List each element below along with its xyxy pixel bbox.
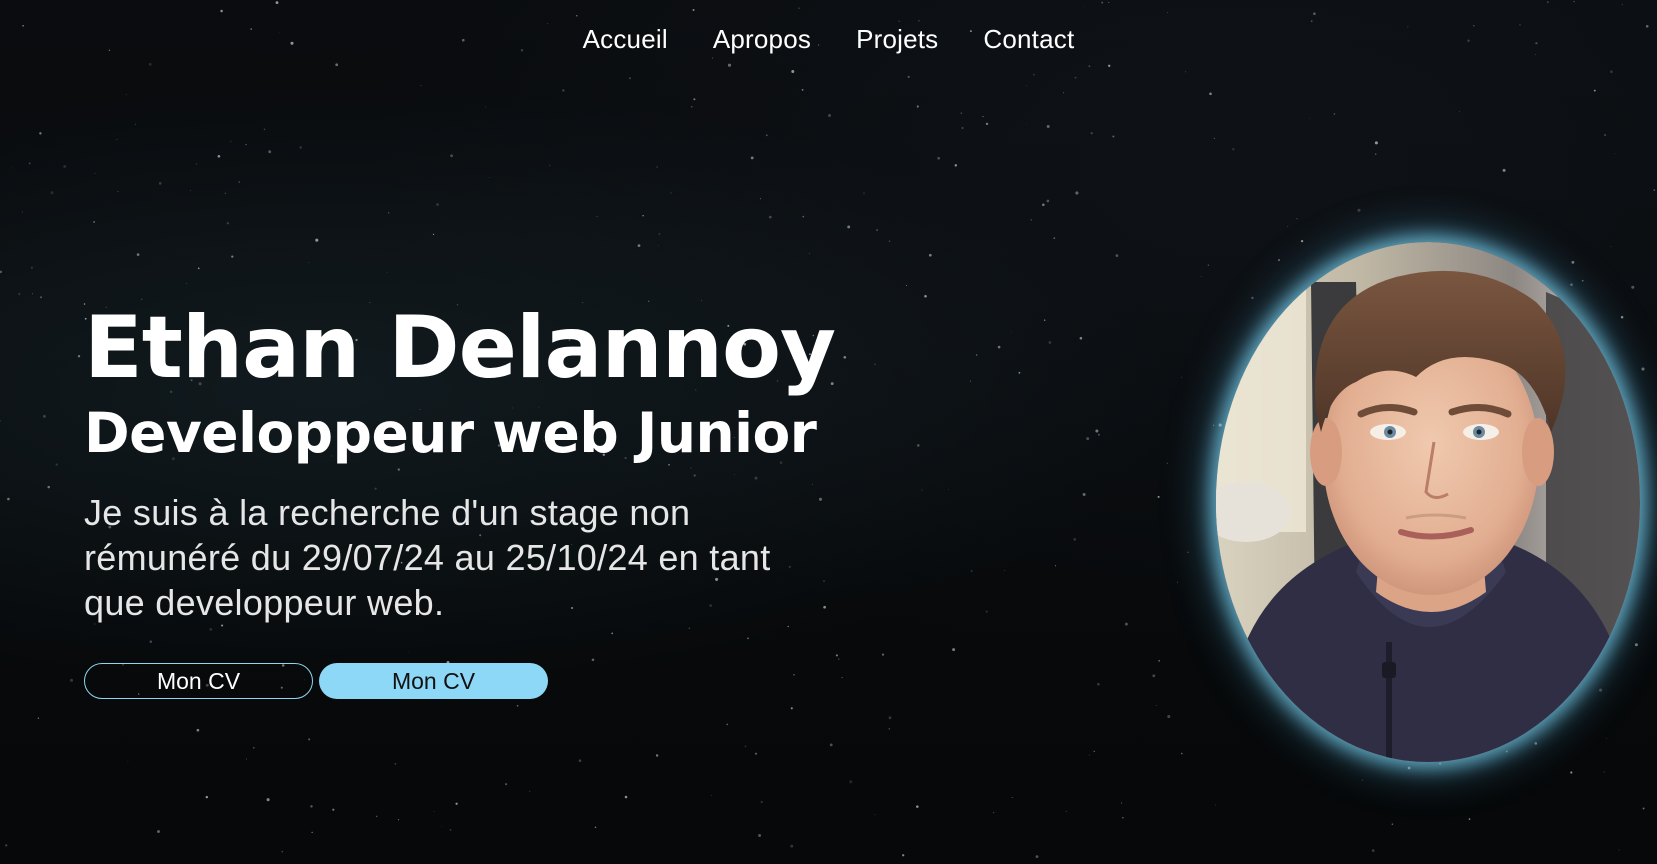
nav-item-projets[interactable]: Projets (856, 24, 938, 55)
cv-buttons: Mon CV Mon CV (84, 663, 844, 699)
nav-item-accueil[interactable]: Accueil (583, 24, 668, 55)
portfolio-page: Accueil Apropos Projets Contact Ethan De… (0, 0, 1657, 864)
hero-name: Ethan Delannoy (84, 298, 836, 398)
hero-section: Ethan Delannoy Developpeur web Junior Je… (84, 298, 844, 699)
nav-item-contact[interactable]: Contact (983, 24, 1074, 55)
profile-photo-illustration (1216, 242, 1640, 762)
hero-role: Developpeur web Junior (84, 401, 817, 465)
cv-outline-button[interactable]: Mon CV (84, 663, 313, 699)
nav-item-apropos[interactable]: Apropos (713, 24, 811, 55)
main-nav: Accueil Apropos Projets Contact (0, 24, 1657, 55)
cv-filled-button[interactable]: Mon CV (319, 663, 548, 699)
profile-photo (1216, 242, 1640, 762)
hero-description: Je suis à la recherche d'un stage non ré… (84, 492, 771, 623)
